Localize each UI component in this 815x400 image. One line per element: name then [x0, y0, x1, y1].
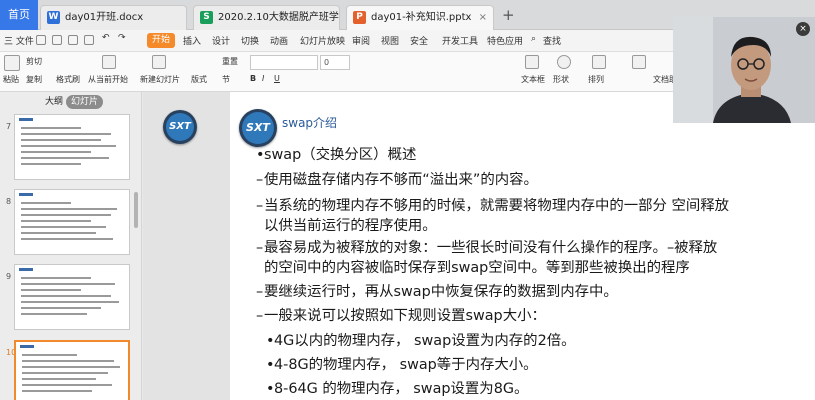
italic-icon[interactable]: I: [262, 74, 264, 83]
save-icon[interactable]: [36, 35, 46, 45]
presentation-app-window: 首页 W day01开班.docx S 2020.2.10大数据脱产班学生信息 …: [0, 0, 815, 400]
search-icon: ⌕: [531, 34, 537, 44]
section-button[interactable]: 节: [222, 74, 230, 85]
thumbnail-logo: [20, 345, 34, 348]
tab-docx-label: day01开班.docx: [65, 12, 144, 23]
bullet-item: •swap（交换分区）概述: [256, 147, 417, 163]
presenter-video: [673, 17, 815, 123]
reset-button[interactable]: 重置: [222, 56, 238, 67]
menu-transition[interactable]: 切换: [241, 34, 259, 47]
format-icon[interactable]: [632, 55, 646, 69]
bullet-item: •4G以内的物理内存， swap设置为内存的2倍。: [266, 333, 576, 349]
menu-insert[interactable]: 插入: [183, 34, 201, 47]
menu-file[interactable]: 三 文件: [4, 34, 34, 47]
bullet-item: –最容易成为被释放的对象：一些很长时间没有什么操作的程序。–被释放: [256, 240, 718, 256]
play-icon[interactable]: [102, 55, 116, 69]
slide-thumbnail[interactable]: [14, 264, 130, 330]
menu-slideshow[interactable]: 幻灯片放映: [300, 34, 345, 47]
sidebar-scrollbar[interactable]: [134, 192, 138, 228]
menu-security[interactable]: 安全: [410, 34, 428, 47]
bullet-item: –当系统的物理内存不够用的时候，就需要将物理内存中的一部分 空间释放: [256, 198, 730, 214]
cut-button[interactable]: 剪切: [26, 56, 42, 67]
tab-docx[interactable]: W day01开班.docx: [40, 5, 187, 30]
menu-search[interactable]: 查找: [543, 34, 561, 47]
bullet-item: –要继续运行时，再从swap中恢复保存的数据到内存中。: [256, 284, 618, 300]
open-icon[interactable]: [52, 35, 62, 45]
master-logo-text: SXT: [166, 113, 194, 141]
bullet-continuation: 的空间中的内容被临时保存到swap空间中。等到那些被换出的程序: [264, 260, 690, 276]
tab-outline[interactable]: 大纲: [40, 95, 68, 109]
close-tab-icon[interactable]: ×: [479, 6, 487, 29]
new-slide-icon[interactable]: [152, 55, 166, 69]
play-from-current-button[interactable]: 从当前开始: [88, 74, 128, 85]
thumbnail-logo: [19, 118, 33, 121]
slide-logo: SXT: [239, 109, 277, 147]
arrange-icon[interactable]: [592, 55, 606, 69]
slide-number: 8: [6, 197, 12, 206]
bullet-item: •4-8G的物理内存， swap等于内存大小。: [266, 357, 538, 373]
bullet-item: –使用磁盘存储内存不够而“溢出来”的内容。: [256, 172, 538, 188]
undo-icon[interactable]: ↶: [102, 33, 110, 43]
presentation-file-icon: P: [353, 11, 366, 24]
slide-number: 9: [6, 272, 12, 281]
bullet-continuation: 以供当前运行的程序使用。: [264, 218, 437, 234]
tab-pptx[interactable]: P day01-补充知识.pptx ×: [346, 5, 494, 30]
menu-review[interactable]: 审阅: [352, 34, 370, 47]
bullet-item: •8-64G 的物理内存， swap设置为8G。: [266, 381, 529, 397]
menu-view[interactable]: 视图: [381, 34, 399, 47]
spreadsheet-file-icon: S: [200, 11, 213, 24]
close-webcam-icon[interactable]: ×: [796, 22, 810, 36]
tab-spreadsheet-label: 2020.2.10大数据脱产班学生信息: [218, 12, 339, 23]
slide-title: swap介绍: [282, 116, 338, 130]
paste-icon[interactable]: [4, 55, 20, 71]
layout-button[interactable]: 版式: [191, 74, 207, 85]
print-icon[interactable]: [68, 35, 78, 45]
thumbnail-logo: [19, 268, 33, 271]
slide-canvas-area: SXT SXT swap介绍 •swap（交换分区）概述 –使用磁盘存储内存不够…: [143, 92, 815, 400]
bold-icon[interactable]: B: [250, 74, 256, 83]
slide-thumbnail-panel: 大纲 幻灯片 7 8 9 10: [0, 92, 142, 400]
tab-spreadsheet[interactable]: S 2020.2.10大数据脱产班学生信息: [193, 5, 340, 30]
menu-design[interactable]: 设计: [212, 34, 230, 47]
slide-logo-text: SXT: [242, 112, 274, 144]
arrange-button[interactable]: 排列: [588, 74, 604, 85]
slide-thumbnail[interactable]: [14, 189, 130, 255]
word-file-icon: W: [47, 11, 60, 24]
new-slide-button[interactable]: 新建幻灯片: [140, 74, 180, 85]
textbox-button[interactable]: 文本框: [521, 74, 545, 85]
textbox-icon[interactable]: [525, 55, 539, 69]
format-painter-button[interactable]: 格式刷: [56, 74, 80, 85]
thumbnail-logo: [19, 193, 33, 196]
slide-number: 7: [6, 122, 12, 131]
menu-special-apps[interactable]: 特色应用: [487, 34, 523, 47]
font-name-combo[interactable]: [250, 55, 318, 70]
master-logo: SXT: [163, 110, 197, 144]
slide-thumbnail[interactable]: [14, 114, 130, 180]
menu-start[interactable]: 开始: [147, 33, 175, 48]
tab-pptx-label: day01-补充知识.pptx: [371, 12, 472, 23]
slide-thumbnail-selected[interactable]: [14, 340, 130, 400]
menu-dev-tools[interactable]: 开发工具: [442, 34, 478, 47]
bullet-item: –一般来说可以按照如下规则设置swap大小：: [256, 308, 546, 324]
shape-button[interactable]: 形状: [553, 74, 569, 85]
current-slide[interactable]: SXT swap介绍 •swap（交换分区）概述 –使用磁盘存储内存不够而“溢出…: [230, 92, 815, 400]
preview-icon[interactable]: [84, 35, 94, 45]
tab-slides[interactable]: 幻灯片: [66, 95, 104, 109]
redo-icon[interactable]: ↷: [118, 33, 126, 43]
copy-button[interactable]: 复制: [26, 74, 42, 85]
new-tab-button[interactable]: +: [502, 7, 515, 23]
home-tab[interactable]: 首页: [0, 0, 38, 30]
font-size-combo[interactable]: 0: [320, 55, 350, 70]
menu-animation[interactable]: 动画: [270, 34, 288, 47]
underline-icon[interactable]: U: [274, 74, 280, 83]
paste-label[interactable]: 粘贴: [3, 74, 19, 85]
shape-icon[interactable]: [557, 55, 571, 69]
webcam-overlay[interactable]: ×: [673, 17, 815, 123]
